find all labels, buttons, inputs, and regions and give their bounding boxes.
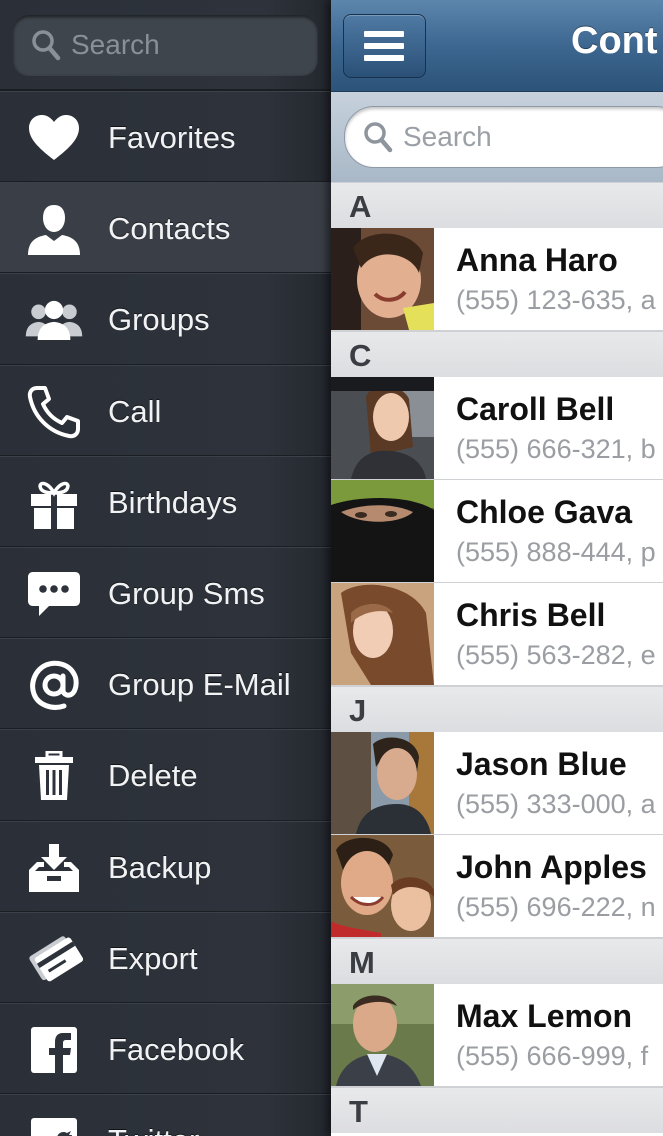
contact-detail: (555) 696-222, n <box>456 892 656 922</box>
contact-row[interactable]: Jason Blue (555) 333-000, a <box>331 732 663 835</box>
contact-detail: (555) 666-321, b <box>456 434 656 464</box>
avatar <box>331 377 434 479</box>
contact-name: Caroll Bell <box>456 391 615 427</box>
sidebar-item-twitter[interactable]: Twitter <box>0 1094 331 1136</box>
chat-bubble-icon <box>24 566 84 622</box>
sidebar-search-placeholder: Search <box>71 29 160 60</box>
sidebar-item-export[interactable]: Export <box>0 911 331 1003</box>
section-letter: A <box>349 189 372 224</box>
sidebar-item-facebook[interactable]: Facebook <box>0 1002 331 1095</box>
contact-name: Jason Blue <box>456 746 627 782</box>
at-icon <box>24 657 84 713</box>
sidebar-item-label: Groups <box>108 302 210 338</box>
phone-icon <box>24 384 84 440</box>
sidebar-item-label: Backup <box>108 849 212 885</box>
avatar <box>331 480 434 582</box>
section-letter: J <box>349 693 367 728</box>
sidebar-item-label: Birthdays <box>108 484 238 520</box>
navigation-bar: Cont <box>331 0 663 92</box>
person-icon <box>24 201 84 257</box>
section-letter: M <box>349 945 375 980</box>
contact-detail: (555) 666-999, f <box>456 1041 649 1071</box>
section-header-a: A <box>331 182 663 228</box>
trash-icon <box>24 748 84 804</box>
search-icon <box>32 30 61 61</box>
sidebar-item-label: Contacts <box>108 211 231 247</box>
contact-detail: (555) 563-282, e <box>456 640 656 670</box>
section-header-j: J <box>331 686 663 732</box>
contact-detail: (555) 123-635, a <box>456 285 656 315</box>
sidebar-item-birthdays[interactable]: Birthdays <box>0 455 331 547</box>
sidebar-item-label: Delete <box>108 758 198 794</box>
sidebar-item-label: Favorites <box>108 120 236 155</box>
avatar <box>331 835 434 937</box>
sidebar-item-groups[interactable]: Groups <box>0 273 331 365</box>
sidebar-search-bar: Search <box>0 0 331 91</box>
contacts-search-input[interactable]: Search <box>344 106 663 168</box>
sidebar-item-call[interactable]: Call <box>0 364 331 456</box>
section-letter: C <box>349 338 372 373</box>
contact-row[interactable]: Chloe Gava (555) 888-444, p <box>331 480 663 583</box>
cards-icon <box>24 931 84 987</box>
backup-icon <box>24 840 84 896</box>
section-header-t: T <box>331 1087 663 1133</box>
menu-toggle-button[interactable] <box>343 14 426 78</box>
group-icon <box>24 292 84 348</box>
section-letter: T <box>349 1094 368 1129</box>
contacts-search-placeholder: Search <box>403 121 492 152</box>
contact-row[interactable]: Caroll Bell (555) 666-321, b <box>331 377 663 480</box>
contacts-panel: Cont Search A Anna Haro (555) 123-635, a… <box>331 0 663 1136</box>
contact-name: Chloe Gava <box>456 494 633 530</box>
sidebar-item-favorites[interactable]: Favorites <box>0 91 331 183</box>
facebook-icon <box>24 1022 84 1078</box>
sidebar-search-input[interactable]: Search <box>13 15 318 75</box>
sidebar-item-group-email[interactable]: Group E-Mail <box>0 638 331 730</box>
contact-row[interactable]: Anna Haro (555) 123-635, a <box>331 228 663 331</box>
sidebar-item-label: Export <box>108 940 198 976</box>
gift-icon <box>24 475 84 531</box>
avatar <box>331 583 434 685</box>
sidebar-item-contacts[interactable]: Contacts <box>0 182 331 274</box>
sidebar-item-label: Group Sms <box>108 575 265 611</box>
contact-name: John Apples <box>456 849 647 885</box>
sidebar-item-delete[interactable]: Delete <box>0 729 331 821</box>
sidebar-item-label: Call <box>108 393 162 429</box>
sidebar-menu: Search Favorites Contacts Groups Call Bi… <box>0 0 331 1136</box>
avatar <box>331 984 434 1086</box>
contact-row[interactable]: Chris Bell (555) 563-282, e <box>331 583 663 686</box>
contact-name: Chris Bell <box>456 597 606 633</box>
contact-name: Max Lemon <box>456 998 633 1034</box>
contact-row[interactable]: Max Lemon (555) 666-999, f <box>331 984 663 1087</box>
twitter-icon <box>24 1113 84 1136</box>
sidebar-item-label: Twitter <box>108 1123 199 1136</box>
sidebar-item-label: Facebook <box>108 1031 245 1067</box>
contact-name: Anna Haro <box>456 242 618 278</box>
page-title: Cont <box>571 20 658 62</box>
contact-detail: (555) 888-444, p <box>456 537 656 567</box>
contacts-search-bar: Search <box>331 92 663 183</box>
section-header-m: M <box>331 938 663 984</box>
section-header-c: C <box>331 331 663 377</box>
heart-icon <box>24 110 84 166</box>
avatar <box>331 732 434 834</box>
sidebar-item-label: Group E-Mail <box>108 667 291 703</box>
sidebar-item-backup[interactable]: Backup <box>0 820 331 912</box>
search-icon <box>364 122 393 153</box>
contacts-list[interactable]: A Anna Haro (555) 123-635, a C Caroll Be… <box>331 182 663 1133</box>
contact-row[interactable]: John Apples (555) 696-222, n <box>331 835 663 938</box>
avatar <box>331 228 434 330</box>
sidebar-item-group-sms[interactable]: Group Sms <box>0 546 331 639</box>
contact-detail: (555) 333-000, a <box>456 789 656 819</box>
